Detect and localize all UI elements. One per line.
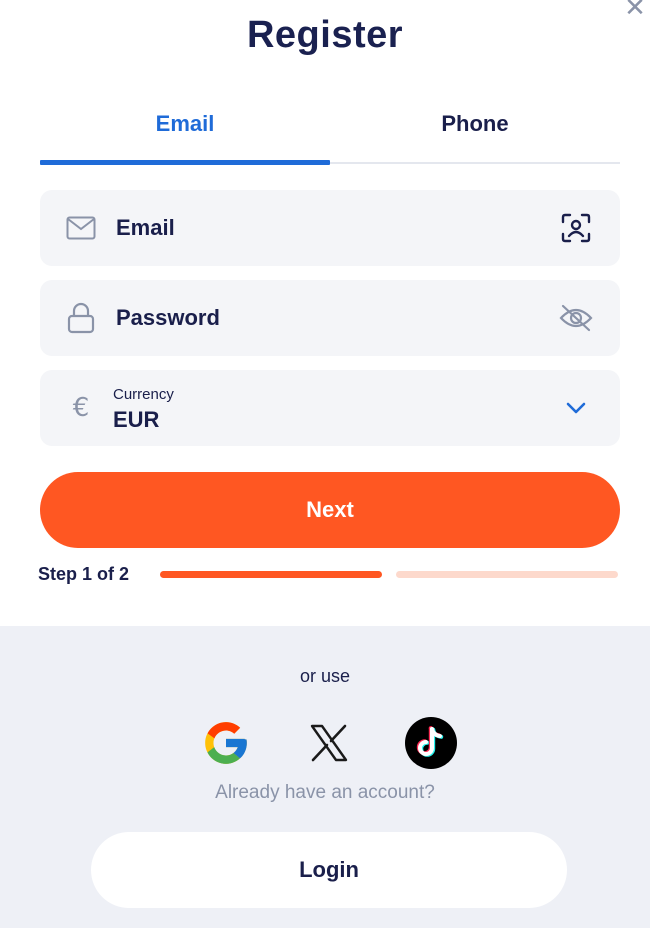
social-login-section: or use Already have an account? Login <box>0 626 650 928</box>
step-progress-completed <box>160 571 382 578</box>
mail-icon <box>65 212 97 244</box>
login-button[interactable]: Login <box>91 832 567 908</box>
or-use-label: or use <box>299 666 351 686</box>
password-placeholder: Password <box>116 305 220 330</box>
tab-bar: Email Phone <box>40 100 620 165</box>
chevron-down-icon[interactable] <box>558 390 594 426</box>
step-indicator: Step 1 of 2 <box>38 564 130 584</box>
google-login-icon[interactable] <box>199 716 253 770</box>
next-button[interactable]: Next <box>40 472 620 548</box>
tiktok-login-icon[interactable] <box>404 716 458 770</box>
currency-label: Currency <box>113 386 174 403</box>
eye-off-icon[interactable] <box>558 300 594 336</box>
email-field[interactable]: Email <box>40 190 620 266</box>
face-scan-icon[interactable] <box>558 210 594 246</box>
tab-phone[interactable]: Phone <box>330 100 620 162</box>
tab-active-indicator <box>40 160 330 165</box>
euro-icon: € <box>72 393 90 423</box>
email-placeholder: Email <box>116 215 175 240</box>
x-login-icon[interactable] <box>302 716 356 770</box>
lock-icon <box>65 302 97 334</box>
step-progress-remaining <box>396 571 618 578</box>
tab-email[interactable]: Email <box>40 100 330 162</box>
already-have-account-text: Already have an account? <box>215 782 435 803</box>
page-title: Register <box>246 14 404 56</box>
password-field[interactable]: Password <box>40 280 620 356</box>
currency-value: EUR <box>113 407 160 432</box>
currency-select[interactable]: € Currency EUR <box>40 370 620 446</box>
